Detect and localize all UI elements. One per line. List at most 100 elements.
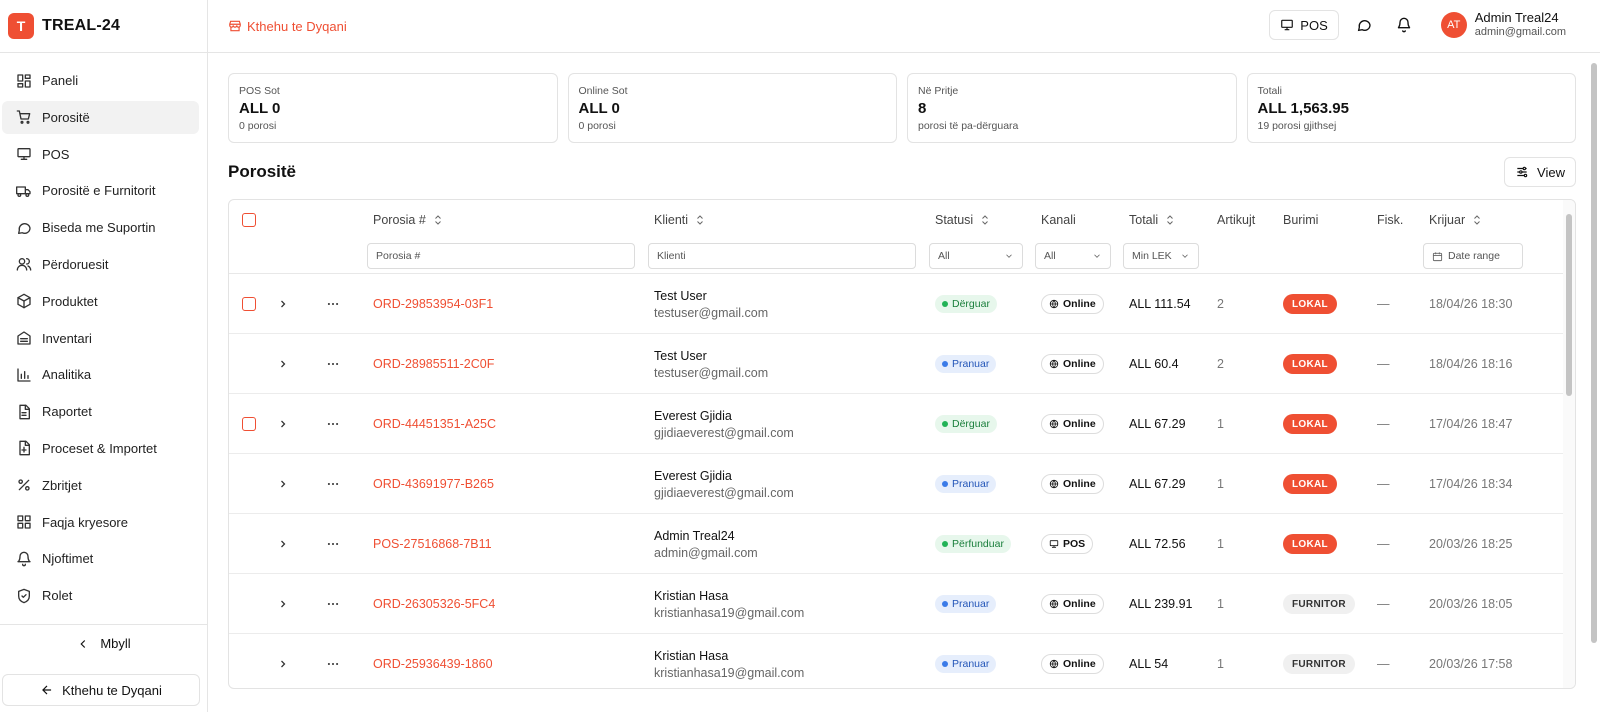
- source-badge: LOKAL: [1283, 474, 1337, 494]
- pos-button[interactable]: POS: [1269, 10, 1339, 40]
- expand-row-button[interactable]: [277, 334, 289, 394]
- column-header-order[interactable]: Porosia #: [373, 213, 444, 227]
- sidebar-item-raportet[interactable]: Raportet: [2, 395, 199, 428]
- more-horizontal-icon: [327, 422, 339, 426]
- client-filter-input[interactable]: Klienti: [648, 243, 916, 269]
- view-options-button[interactable]: View: [1504, 157, 1576, 187]
- column-header-created[interactable]: Krijuar: [1429, 213, 1483, 227]
- sidebar-item-produktet[interactable]: Produktet: [2, 285, 199, 318]
- table-row[interactable]: ORD-43691977-B265 Everest Gjidia gjidiaeve…: [229, 454, 1575, 514]
- source-cell: LOKAL: [1283, 454, 1337, 514]
- expand-row-button[interactable]: [277, 454, 289, 514]
- table-row[interactable]: ORD-26305326-5FC4 Kristian Hasa kristianha…: [229, 574, 1575, 634]
- sidebar-item-biseda-me-suportin[interactable]: Biseda me Suportin: [2, 211, 199, 244]
- messages-button[interactable]: [1349, 10, 1379, 40]
- date-range-filter[interactable]: Date range: [1423, 243, 1523, 269]
- sidebar-item-faqja-kryesore[interactable]: Faqja kryesore: [2, 506, 199, 539]
- order-id-link[interactable]: ORD-26305326-5FC4: [373, 574, 495, 634]
- more-horizontal-icon: [327, 482, 339, 486]
- order-id-link[interactable]: ORD-29853954-03F1: [373, 274, 493, 334]
- chevron-right-icon: [281, 420, 286, 428]
- status-badge: Pranuar: [935, 355, 997, 373]
- order-id-link[interactable]: ORD-25936439-1860: [373, 634, 493, 688]
- table-row[interactable]: ORD-29853954-03F1 Test User testuser@gmail…: [229, 274, 1575, 334]
- package-icon: [17, 293, 31, 309]
- sidebar-item-pos[interactable]: POS: [2, 138, 199, 171]
- column-header-status[interactable]: Statusi: [935, 213, 991, 227]
- channel-text: POS: [1063, 538, 1086, 550]
- status-dot: [942, 421, 948, 427]
- created-cell: 18/04/26 18:30: [1429, 297, 1513, 311]
- row-actions-button[interactable]: [326, 574, 340, 634]
- table-row[interactable]: ORD-44451351-A25C Everest Gjidia gjidiaeve…: [229, 394, 1575, 454]
- order-filter-input[interactable]: Porosia #: [367, 243, 635, 269]
- table-row[interactable]: POS-27516868-7B11 Admin Treal24 admin@gmai…: [229, 514, 1575, 574]
- back-to-store-link[interactable]: Kthehu te Dyqani: [228, 19, 347, 34]
- notifications-button[interactable]: [1389, 10, 1419, 40]
- filter-placeholder: Date range: [1448, 250, 1500, 262]
- order-id-link[interactable]: ORD-43691977-B265: [373, 454, 494, 514]
- sidebar-item-paneli[interactable]: Paneli: [2, 64, 199, 97]
- channel-text: Online: [1063, 358, 1096, 370]
- table-row[interactable]: ORD-28985511-2C0F Test User testuser@gmail…: [229, 334, 1575, 394]
- row-actions-button[interactable]: [326, 334, 340, 394]
- channel-badge: Online: [1041, 294, 1104, 314]
- row-actions-button[interactable]: [326, 514, 340, 574]
- table-scrollbar[interactable]: [1563, 200, 1575, 688]
- channel-filter-select[interactable]: All: [1035, 243, 1111, 269]
- sidebar-item-porosite-e-furnitorit[interactable]: Porositë e Furnitorit: [2, 174, 199, 207]
- client-name: Admin Treal24: [654, 528, 735, 543]
- collapse-sidebar-button[interactable]: Mbyll: [0, 624, 207, 662]
- column-header-client[interactable]: Klienti: [654, 213, 706, 227]
- row-actions-button[interactable]: [326, 274, 340, 334]
- fisk-cell: —: [1377, 597, 1390, 611]
- pos-button-label: POS: [1300, 17, 1328, 33]
- order-id-link[interactable]: POS-27516868-7B11: [373, 514, 492, 574]
- order-id-link[interactable]: ORD-28985511-2C0F: [373, 334, 494, 394]
- expand-row-button[interactable]: [277, 634, 289, 688]
- sidebar-item-inventari[interactable]: Inventari: [2, 322, 199, 355]
- back-to-store-button[interactable]: Kthehu te Dyqani: [2, 674, 200, 706]
- user-menu[interactable]: AT Admin Treal24 admin@gmail.com: [1440, 11, 1566, 39]
- column-header-total[interactable]: Totali: [1129, 213, 1176, 227]
- sidebar-item-rolet[interactable]: Rolet: [2, 579, 199, 612]
- page-scrollbar[interactable]: [1588, 53, 1600, 712]
- row-actions-button[interactable]: [326, 634, 340, 688]
- row-checkbox[interactable]: [242, 417, 256, 431]
- sidebar-item-label: Përdoruesit: [42, 256, 109, 272]
- fisk-cell: —: [1377, 537, 1390, 551]
- brand[interactable]: T TREAL-24: [0, 0, 207, 53]
- select-all-checkbox[interactable]: [242, 213, 256, 227]
- expand-row-button[interactable]: [277, 514, 289, 574]
- sidebar-item-perdoruesit[interactable]: Përdoruesit: [2, 248, 199, 281]
- expand-row-button[interactable]: [277, 394, 289, 454]
- sidebar-item-njoftimet[interactable]: Njoftimet: [2, 542, 199, 575]
- status-dot: [942, 481, 948, 487]
- warehouse-icon: [17, 331, 31, 345]
- row-actions-button[interactable]: [326, 454, 340, 514]
- table-scroll-thumb[interactable]: [1566, 214, 1572, 396]
- client-cell: Test User testuser@gmail.com: [654, 334, 768, 394]
- sidebar-item-zbritjet[interactable]: Zbritjet: [2, 469, 199, 502]
- orders-header: Porositë View: [228, 157, 1576, 187]
- expand-row-button[interactable]: [277, 274, 289, 334]
- sidebar-item-analitika[interactable]: Analitika: [2, 358, 199, 391]
- total-filter-select[interactable]: Min LEK: [1123, 243, 1199, 269]
- order-id-link[interactable]: ORD-44451351-A25C: [373, 394, 496, 454]
- table-row[interactable]: ORD-25936439-1860 Kristian Hasa kristianha…: [229, 634, 1575, 688]
- page-scroll-thumb[interactable]: [1591, 63, 1597, 643]
- store-icon: [229, 20, 241, 32]
- channel-badge: Online: [1041, 594, 1104, 614]
- fisk-cell: —: [1377, 657, 1390, 671]
- truck-icon: [16, 186, 31, 197]
- back-to-store-label: Kthehu te Dyqani: [62, 682, 162, 698]
- row-checkbox[interactable]: [242, 297, 256, 311]
- sidebar-item-label: Proceset & Importet: [42, 440, 157, 456]
- user-info: Admin Treal24 admin@gmail.com: [1475, 11, 1566, 39]
- sidebar-item-porosite[interactable]: Porositë: [2, 100, 199, 134]
- expand-row-button[interactable]: [277, 574, 289, 634]
- sidebar-item-proceset-importet[interactable]: Proceset & Importet: [2, 432, 199, 465]
- row-actions-button[interactable]: [326, 394, 340, 454]
- user-email: admin@gmail.com: [1474, 26, 1566, 38]
- status-filter-select[interactable]: All: [929, 243, 1023, 269]
